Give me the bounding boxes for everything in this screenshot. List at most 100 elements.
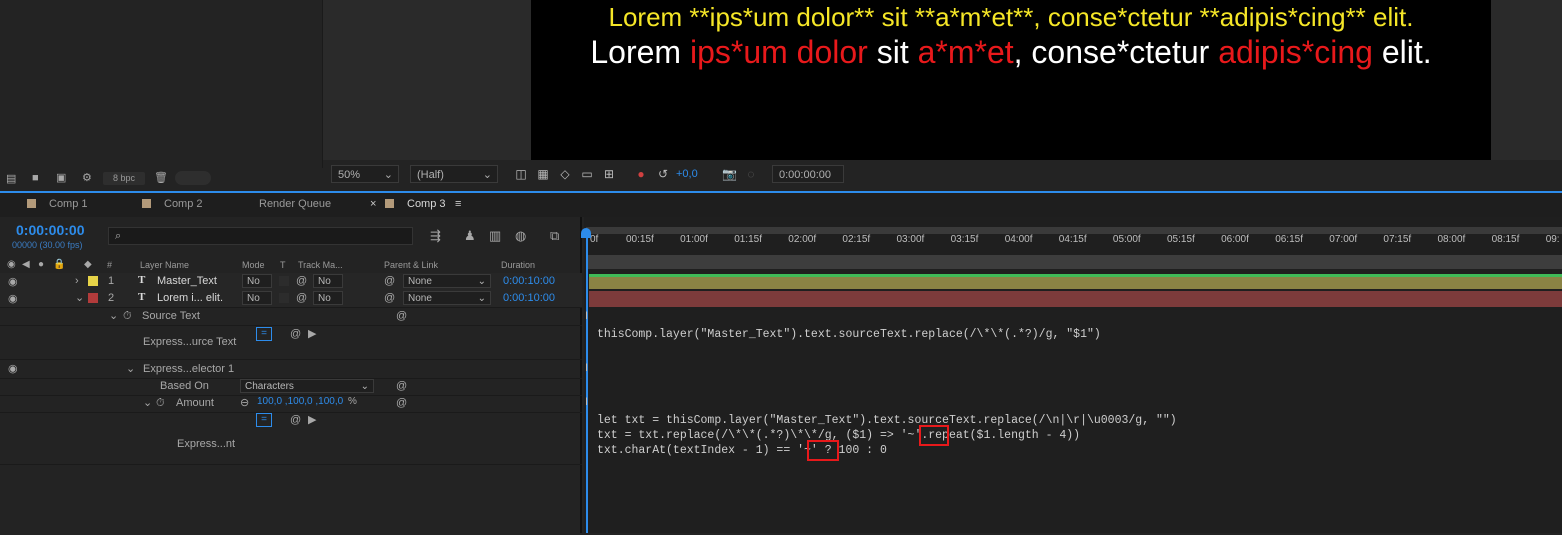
- source-text-expression[interactable]: thisComp.layer("Master_Text").text.sourc…: [597, 328, 1101, 341]
- comp-flowchart-icon[interactable]: ⇶: [430, 229, 441, 242]
- source-text-row[interactable]: ⌄ ⏱ Source Text @: [0, 308, 582, 326]
- ruler-tick-label: 05:00f: [1112, 234, 1141, 245]
- parent-dropdown[interactable]: None ⌄: [403, 291, 491, 305]
- snapshot-icon[interactable]: 📷: [722, 167, 737, 181]
- mask-visibility-icon[interactable]: ◇: [558, 167, 572, 181]
- bpc-toggle[interactable]: 8 bpc: [103, 172, 145, 185]
- playhead[interactable]: [586, 229, 588, 533]
- text-cursor-icon: I: [585, 362, 589, 374]
- frame-blending-icon[interactable]: ▥: [489, 229, 501, 242]
- expression-graph-icon[interactable]: @: [290, 414, 301, 426]
- shy-layers-icon[interactable]: ♟: [464, 229, 476, 242]
- expression-enable-icon[interactable]: =: [256, 327, 272, 341]
- chevron-down-icon[interactable]: ⌄: [109, 310, 118, 322]
- tab-comp-3[interactable]: Comp 3: [407, 198, 446, 210]
- ruler-tick-label: 03:00f: [896, 234, 925, 245]
- layer-label-color[interactable]: [88, 276, 98, 286]
- mode-dropdown[interactable]: No: [242, 291, 272, 305]
- new-folder-icon[interactable]: ■: [32, 172, 39, 184]
- grid-guides-icon[interactable]: ⊞: [602, 167, 616, 181]
- fast-previews-icon[interactable]: ◫: [514, 167, 528, 181]
- region-of-interest-icon[interactable]: ▭: [580, 167, 594, 181]
- time-ruler[interactable]: 0f 00:15f 01:00f 01:15f 02:00f 02:15f 03:00f 03…: [586, 234, 1562, 254]
- track-matte-dropdown[interactable]: No: [313, 291, 343, 305]
- layer-name[interactable]: Master_Text: [157, 275, 217, 287]
- chevron-down-icon[interactable]: ⌄: [143, 397, 152, 409]
- amount-value[interactable]: 100,0 ,100,0 ,100,0: [257, 396, 343, 407]
- zoom-dropdown[interactable]: 50% ⌄: [331, 165, 399, 183]
- amount-expression-line-1[interactable]: let txt = thisComp.layer("Master_Text").…: [597, 414, 1177, 427]
- motion-blur-icon[interactable]: ◍: [515, 229, 526, 242]
- expression-selector-row[interactable]: ◉ ⌄ Express...elector 1: [0, 361, 582, 379]
- layer-duration[interactable]: 0:00:10:00: [503, 292, 555, 304]
- chevron-right-icon[interactable]: ›: [75, 275, 79, 287]
- amount-row[interactable]: ⌄ ⏱ Amount ⊖ 100,0 ,100,0 ,100,0 % @: [0, 395, 582, 413]
- expression-enable-icon[interactable]: =: [256, 413, 272, 427]
- amount-label: Amount: [176, 397, 214, 409]
- interpret-footage-icon[interactable]: ▤: [6, 173, 16, 185]
- tab-comp-2[interactable]: Comp 2: [164, 198, 203, 210]
- expression-pickwhip-icon[interactable]: @: [396, 310, 407, 322]
- project-toolbar: ▤ ■ ▣ ⚙ 8 bpc 🗑: [0, 168, 322, 188]
- constrain-proportions-icon[interactable]: ⊖: [240, 397, 249, 409]
- viewer-timecode[interactable]: 0:00:00:00: [772, 165, 844, 183]
- preserve-transparency-toggle[interactable]: [279, 276, 289, 286]
- stopwatch-icon[interactable]: ⏱: [123, 310, 132, 322]
- new-composition-icon[interactable]: ▣: [56, 172, 66, 184]
- show-snapshot-icon[interactable]: ◌: [744, 167, 758, 181]
- project-settings-icon[interactable]: ⚙: [82, 172, 92, 184]
- stopwatch-icon[interactable]: ⏱: [156, 397, 165, 409]
- layer-row-2[interactable]: ◉ ⌄ 2 T Lorem i... elit. No @ No @ None ⌄…: [0, 290, 582, 308]
- parent-dropdown[interactable]: None ⌄: [403, 274, 491, 288]
- graph-editor-icon[interactable]: ⧉: [550, 229, 559, 242]
- eye-icon[interactable]: ◉: [8, 363, 18, 375]
- layer-search-input[interactable]: ⌕: [108, 227, 413, 245]
- layer-bar-1[interactable]: [589, 274, 1562, 289]
- expression-language-menu-icon[interactable]: ▶: [308, 414, 316, 426]
- resolution-dropdown[interactable]: (Half) ⌄: [410, 165, 498, 183]
- based-on-dropdown[interactable]: Characters ⌄: [240, 379, 374, 393]
- mode-dropdown[interactable]: No: [242, 274, 272, 288]
- chevron-down-icon[interactable]: ⌄: [126, 363, 135, 375]
- amount-expression-line-3[interactable]: txt.charAt(textIndex - 1) == '~' ? 100 :…: [597, 444, 887, 457]
- expression-language-menu-icon[interactable]: ▶: [308, 328, 316, 340]
- based-on-label: Based On: [160, 380, 209, 392]
- close-tab-icon[interactable]: ×: [370, 198, 376, 210]
- lock-header-icon: 🔒: [53, 259, 66, 270]
- layer-label-color[interactable]: [88, 293, 98, 303]
- chevron-down-icon: ⌄: [383, 169, 393, 181]
- eye-icon[interactable]: ◉: [8, 293, 18, 305]
- color-channels-icon[interactable]: ●: [634, 167, 648, 181]
- layer-name-header[interactable]: Layer Name: [140, 260, 189, 270]
- reset-exposure-icon[interactable]: ↺: [656, 167, 670, 181]
- expression-pickwhip-icon[interactable]: @: [396, 380, 407, 392]
- text-segment: sit: [867, 34, 918, 70]
- track-matte-pickwhip-icon[interactable]: @: [296, 292, 307, 304]
- tab-menu-icon[interactable]: ≡: [455, 198, 461, 210]
- project-scroll-toggle[interactable]: [175, 171, 211, 185]
- tab-comp-1[interactable]: Comp 1: [49, 198, 88, 210]
- parent-pickwhip-icon[interactable]: @: [384, 292, 395, 304]
- layer-duration[interactable]: 0:00:10:00: [503, 275, 555, 287]
- expression-pickwhip-icon[interactable]: @: [396, 397, 407, 409]
- exposure-value[interactable]: +0,0: [676, 168, 698, 180]
- chevron-down-icon[interactable]: ⌄: [75, 292, 84, 304]
- current-time[interactable]: 0:00:00:00: [16, 222, 85, 238]
- eye-icon[interactable]: ◉: [8, 276, 18, 288]
- layer-number: 2: [108, 292, 115, 304]
- transparency-grid-icon[interactable]: ▦: [536, 167, 550, 181]
- playhead-handle[interactable]: [581, 228, 591, 238]
- expression-graph-icon[interactable]: @: [290, 328, 301, 340]
- ruler-tick-label: 02:00f: [788, 234, 817, 245]
- work-area-bar[interactable]: [586, 227, 1562, 234]
- parent-pickwhip-icon[interactable]: @: [384, 275, 395, 287]
- source-text-label: Source Text: [142, 310, 200, 322]
- layer-row-1[interactable]: ◉ › 1 T Master_Text No @ No @ None ⌄ 0:00…: [0, 273, 582, 291]
- trash-icon[interactable]: 🗑: [154, 172, 168, 184]
- tab-render-queue[interactable]: Render Queue: [259, 198, 331, 210]
- track-matte-pickwhip-icon[interactable]: @: [296, 275, 307, 287]
- layer-bar-2[interactable]: [589, 291, 1562, 307]
- preserve-transparency-toggle[interactable]: [279, 293, 289, 303]
- track-matte-dropdown[interactable]: No: [313, 274, 343, 288]
- layer-name[interactable]: Lorem i... elit.: [157, 292, 223, 304]
